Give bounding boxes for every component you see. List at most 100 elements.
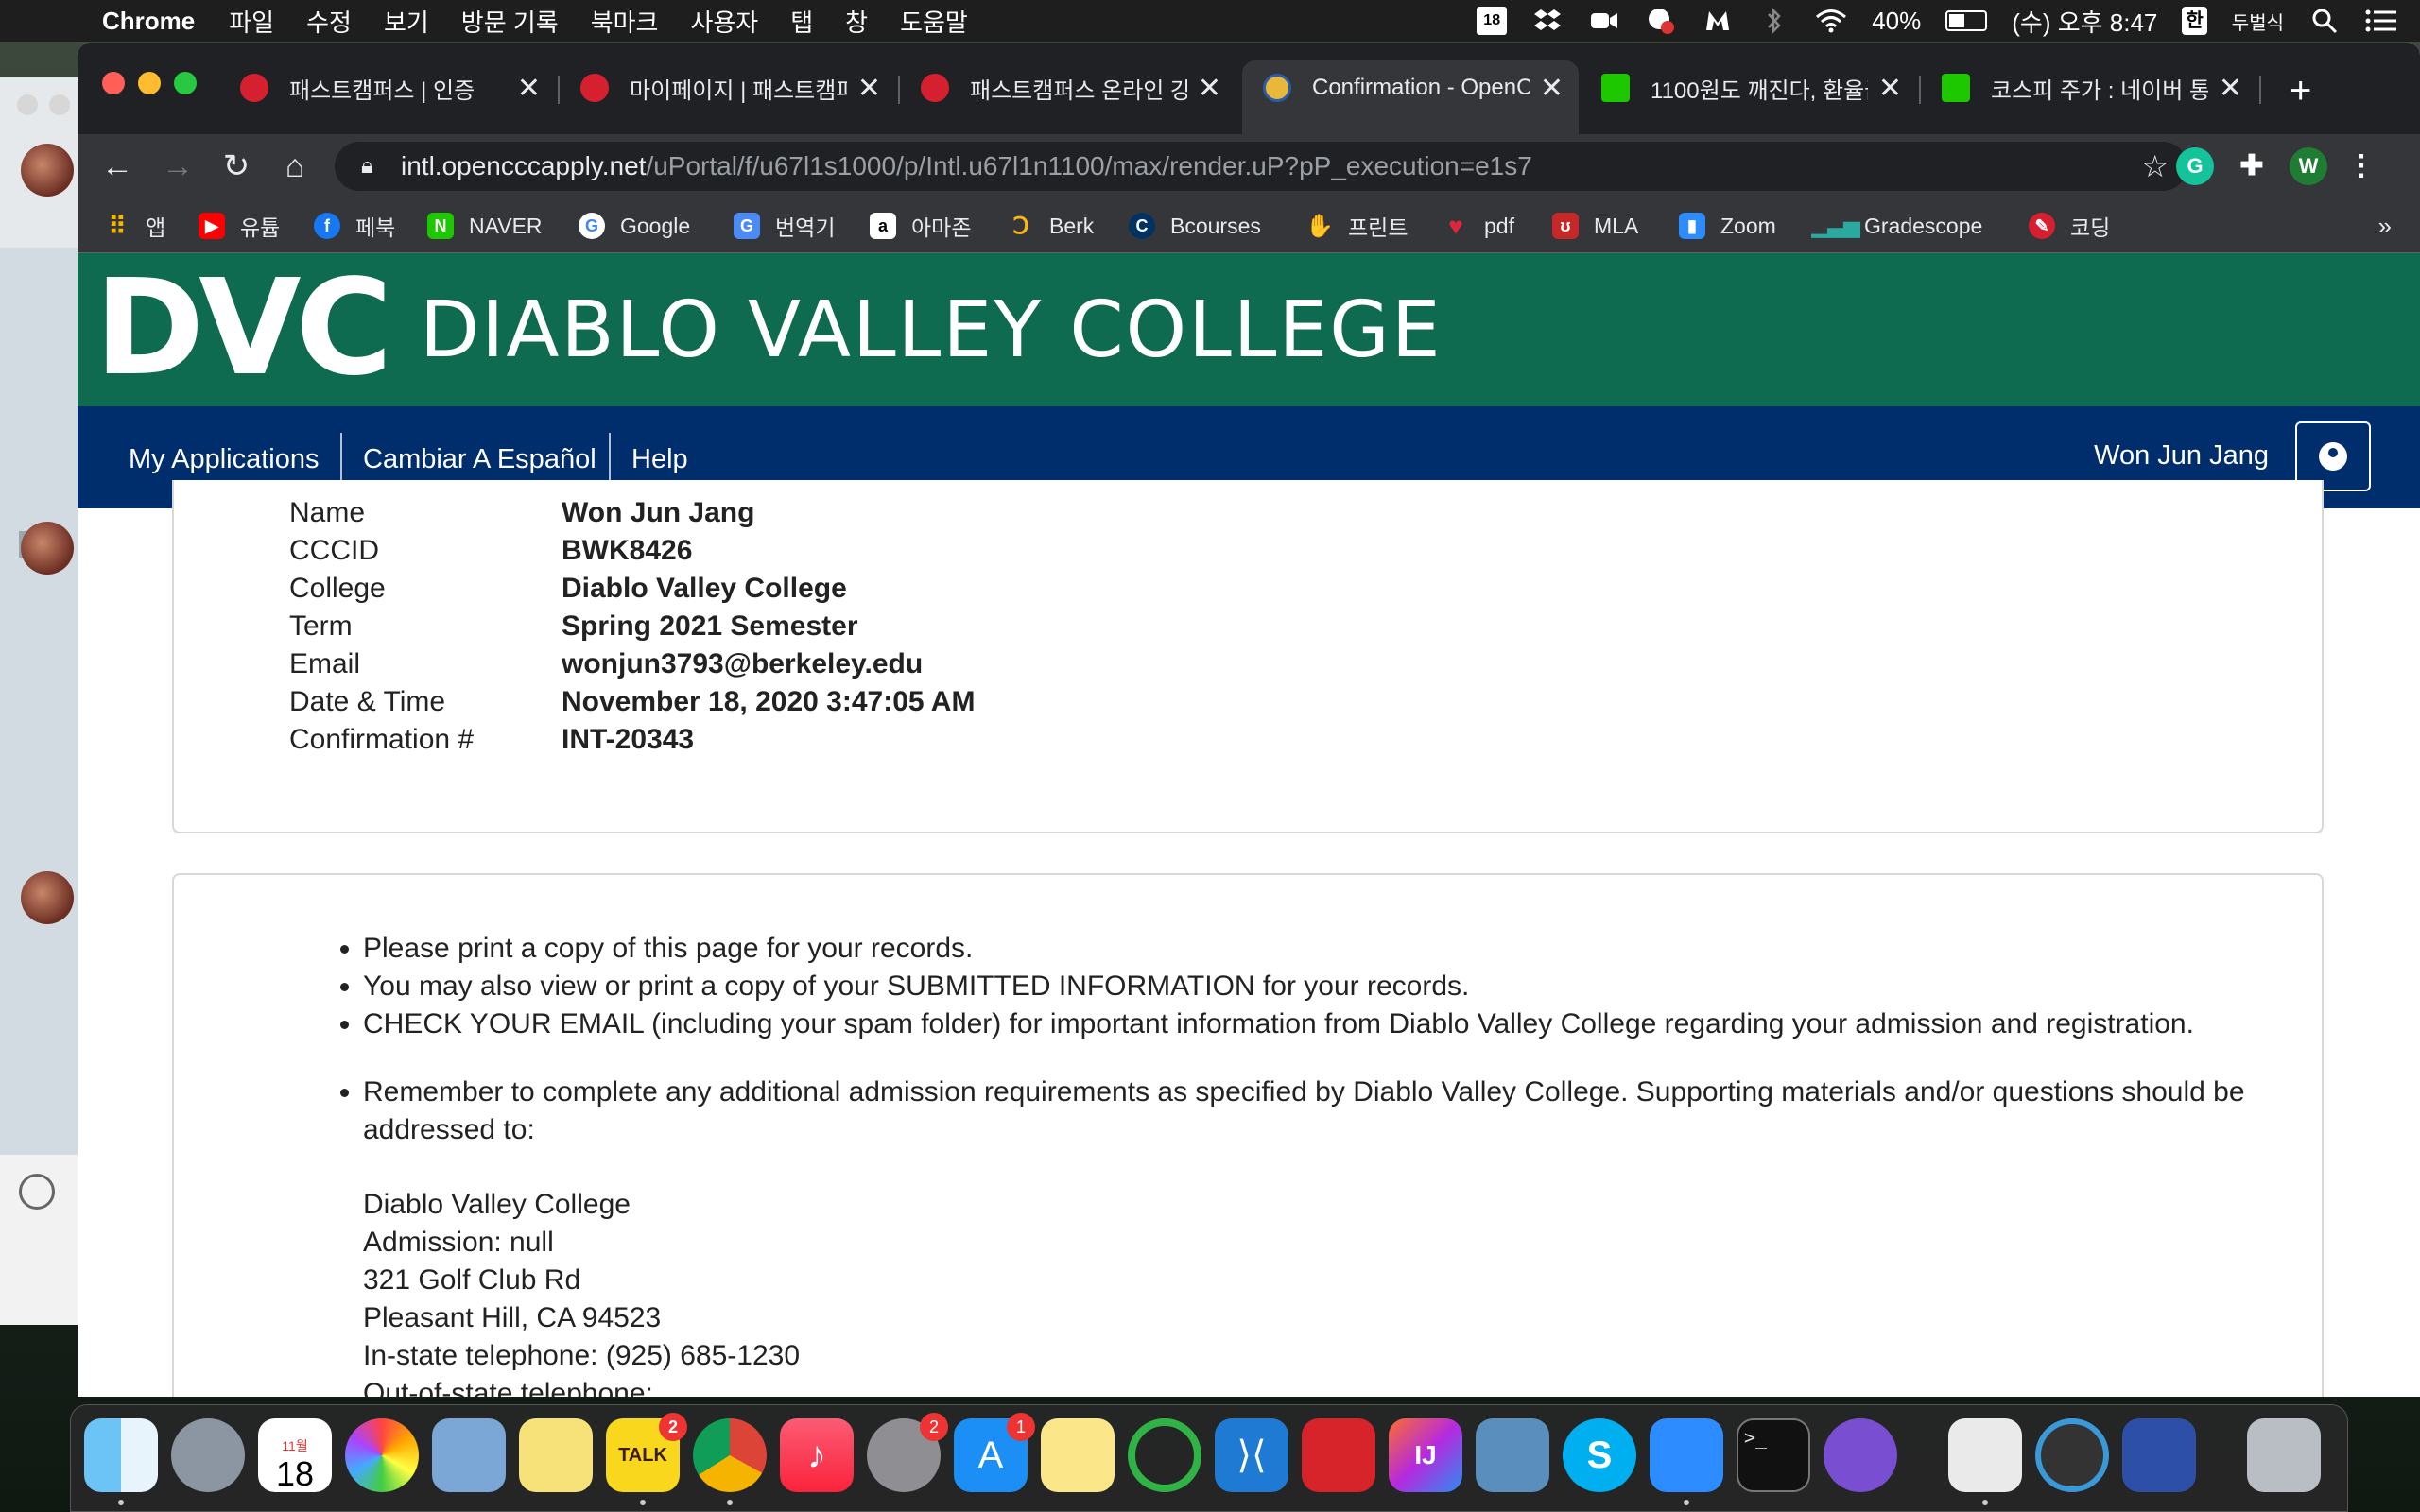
input-method-label[interactable]: 두벌식 — [2232, 8, 2284, 35]
home-icon[interactable]: ⌂ — [274, 146, 316, 187]
tab-kospi[interactable]: 코스피 주가 : 네이버 통합 ✕ — [1921, 60, 2257, 115]
finder-icon[interactable] — [84, 1418, 158, 1505]
chrome-icon[interactable] — [693, 1418, 767, 1505]
bookmark-translator[interactable]: G 번역기 — [734, 212, 835, 240]
close-icon[interactable]: ✕ — [517, 72, 541, 105]
bookmark-apps[interactable]: ⠿ 앱 — [104, 212, 165, 241]
github-desktop-icon[interactable] — [1824, 1418, 1897, 1492]
bookmark-mla[interactable]: ʊ MLA — [1552, 212, 1638, 240]
acrobat-icon[interactable] — [1302, 1418, 1375, 1492]
window-minimize-inactive[interactable] — [49, 94, 70, 115]
close-icon[interactable]: ✕ — [1878, 72, 1902, 105]
music-icon[interactable]: ♪ — [780, 1418, 854, 1492]
close-icon[interactable]: ✕ — [2219, 72, 2242, 105]
bookmark-pdf[interactable]: ♥ pdf — [1443, 212, 1514, 240]
stickies-icon[interactable] — [1041, 1418, 1115, 1492]
nav-spanish[interactable]: Cambiar A Español — [363, 444, 596, 475]
tab-fastcampus-online[interactable]: 패스트캠퍼스 온라인 강의 ✕ — [900, 60, 1236, 115]
bookmark-youtube[interactable]: ▶ 유튭 — [199, 212, 280, 240]
dvc-logo[interactable]: DVC — [95, 263, 392, 395]
intellij-icon[interactable]: IJ — [1389, 1418, 1462, 1492]
bookmark-berk[interactable]: Ↄ Berk — [1008, 212, 1095, 240]
notification-center-icon[interactable] — [2365, 7, 2397, 35]
close-icon[interactable]: ✕ — [857, 72, 881, 105]
window-minimize-button[interactable] — [138, 72, 161, 94]
app-store-icon[interactable]: A1 — [954, 1413, 1035, 1492]
preview-eagle-icon[interactable] — [432, 1418, 506, 1492]
window-close-button[interactable] — [102, 72, 125, 94]
bookmark-naver[interactable]: N NAVER — [427, 212, 543, 240]
chat-avatar[interactable] — [21, 871, 74, 924]
close-icon[interactable]: ✕ — [1540, 72, 1564, 105]
address-bar[interactable]: 🔒︎ intl.opencccapply.net/uPortal/f/u67l1… — [335, 142, 2187, 191]
system-preferences-icon[interactable]: 2 — [867, 1413, 948, 1492]
activity-ring-icon[interactable] — [1128, 1418, 1201, 1492]
vscode-icon[interactable]: ⟩⟨ — [1215, 1418, 1288, 1492]
background-app-window[interactable] — [0, 77, 78, 1325]
window-close-inactive[interactable] — [17, 94, 38, 115]
forward-icon[interactable]: → — [157, 146, 199, 187]
bookmark-google[interactable]: G Google — [579, 212, 690, 240]
skype-icon[interactable]: S — [1563, 1418, 1636, 1492]
menu-bookmarks[interactable]: 북마크 — [591, 4, 659, 39]
kakaotalk-icon[interactable]: TALK 2 — [606, 1413, 687, 1505]
bookmark-star-icon[interactable]: ☆ — [2141, 142, 2169, 191]
preview-icon[interactable] — [1476, 1418, 1549, 1492]
menu-tab[interactable]: 탭 — [790, 4, 813, 39]
extensions-puzzle-icon[interactable]: ✚ — [2233, 147, 2271, 185]
malwarebytes-icon[interactable] — [1702, 7, 1734, 35]
emoji-icon[interactable] — [19, 1174, 55, 1210]
launchpad-icon[interactable] — [171, 1418, 245, 1492]
quicktime-icon[interactable] — [2035, 1418, 2109, 1492]
grammarly-icon[interactable]: G — [2176, 147, 2214, 185]
app-menu-chrome[interactable]: Chrome — [102, 7, 195, 36]
menu-window[interactable]: 창 — [845, 4, 868, 39]
battery-icon[interactable] — [1945, 10, 1988, 31]
photos-icon[interactable] — [345, 1418, 419, 1492]
bookmark-facebook[interactable]: f 페북 — [314, 212, 395, 240]
menu-history[interactable]: 방문 기록 — [461, 4, 559, 39]
nav-help[interactable]: Help — [631, 444, 688, 475]
input-method-icon[interactable]: 한 — [2182, 7, 2207, 35]
new-tab-button[interactable]: + — [2290, 70, 2311, 112]
notification-icon[interactable] — [1645, 7, 1677, 35]
window-zoom-button[interactable] — [174, 72, 197, 94]
menu-people[interactable]: 사용자 — [690, 4, 758, 39]
more-menu-icon[interactable]: ⋮ — [2342, 147, 2380, 185]
tab-mypage[interactable]: 마이페이지 | 패스트캠퍼 ✕ — [560, 60, 896, 115]
trash-icon[interactable] — [2247, 1418, 2321, 1492]
tab-confirmation[interactable]: Confirmation - OpenCCCApply ✕ — [1242, 60, 1579, 134]
menu-file[interactable]: 파일 — [229, 4, 274, 39]
calendar-icon[interactable]: 11월 18 — [258, 1418, 332, 1492]
spotlight-search-icon[interactable] — [2308, 7, 2341, 35]
reload-icon[interactable]: ↻ — [216, 146, 257, 187]
bookmark-print[interactable]: ✋ 프린트 — [1305, 212, 1408, 241]
chat-avatar[interactable] — [21, 522, 74, 575]
menu-view[interactable]: 보기 — [384, 4, 429, 39]
zoom-status-icon[interactable] — [1588, 7, 1620, 35]
bookmark-zoom[interactable]: ▮ Zoom — [1679, 212, 1776, 240]
bookmarks-overflow-icon[interactable]: » — [2378, 212, 2392, 241]
bookmark-coding[interactable]: ✎ 코딩 — [2029, 212, 2110, 240]
textedit-icon[interactable] — [1948, 1418, 2022, 1505]
bookmark-amazon[interactable]: a 아마존 — [870, 212, 971, 240]
terminal-icon[interactable]: >_ — [1737, 1418, 1810, 1492]
nav-my-applications[interactable]: My Applications — [129, 444, 320, 475]
bluetooth-icon[interactable] — [1758, 7, 1790, 35]
dropbox-icon[interactable] — [1531, 7, 1564, 35]
menu-edit[interactable]: 수정 — [306, 4, 352, 39]
lock-icon[interactable]: 🔒︎ — [361, 142, 373, 191]
close-icon[interactable]: ✕ — [1198, 72, 1221, 105]
battery-percent[interactable]: 40% — [1872, 7, 1921, 36]
notes-icon[interactable] — [519, 1418, 593, 1492]
tab-exchange-rate-news[interactable]: 1100원도 깨진다, 환율급 ✕ — [1581, 60, 1917, 115]
chat-avatar[interactable] — [21, 144, 74, 197]
wifi-icon[interactable] — [1815, 7, 1847, 35]
zoom-icon[interactable] — [1650, 1418, 1723, 1505]
clock[interactable]: (수) 오후 8:47 — [2012, 4, 2157, 39]
profile-avatar[interactable]: W — [2290, 147, 2327, 185]
tab-fastcampus-auth[interactable]: 패스트캠퍼스 | 인증 ✕ — [219, 60, 556, 115]
bookmark-gradescope[interactable]: ▁▃▅ Gradescope — [1812, 212, 1983, 240]
calendar-status-icon[interactable]: 18 — [1477, 7, 1508, 35]
user-name[interactable]: Won Jun Jang — [2094, 440, 2269, 472]
